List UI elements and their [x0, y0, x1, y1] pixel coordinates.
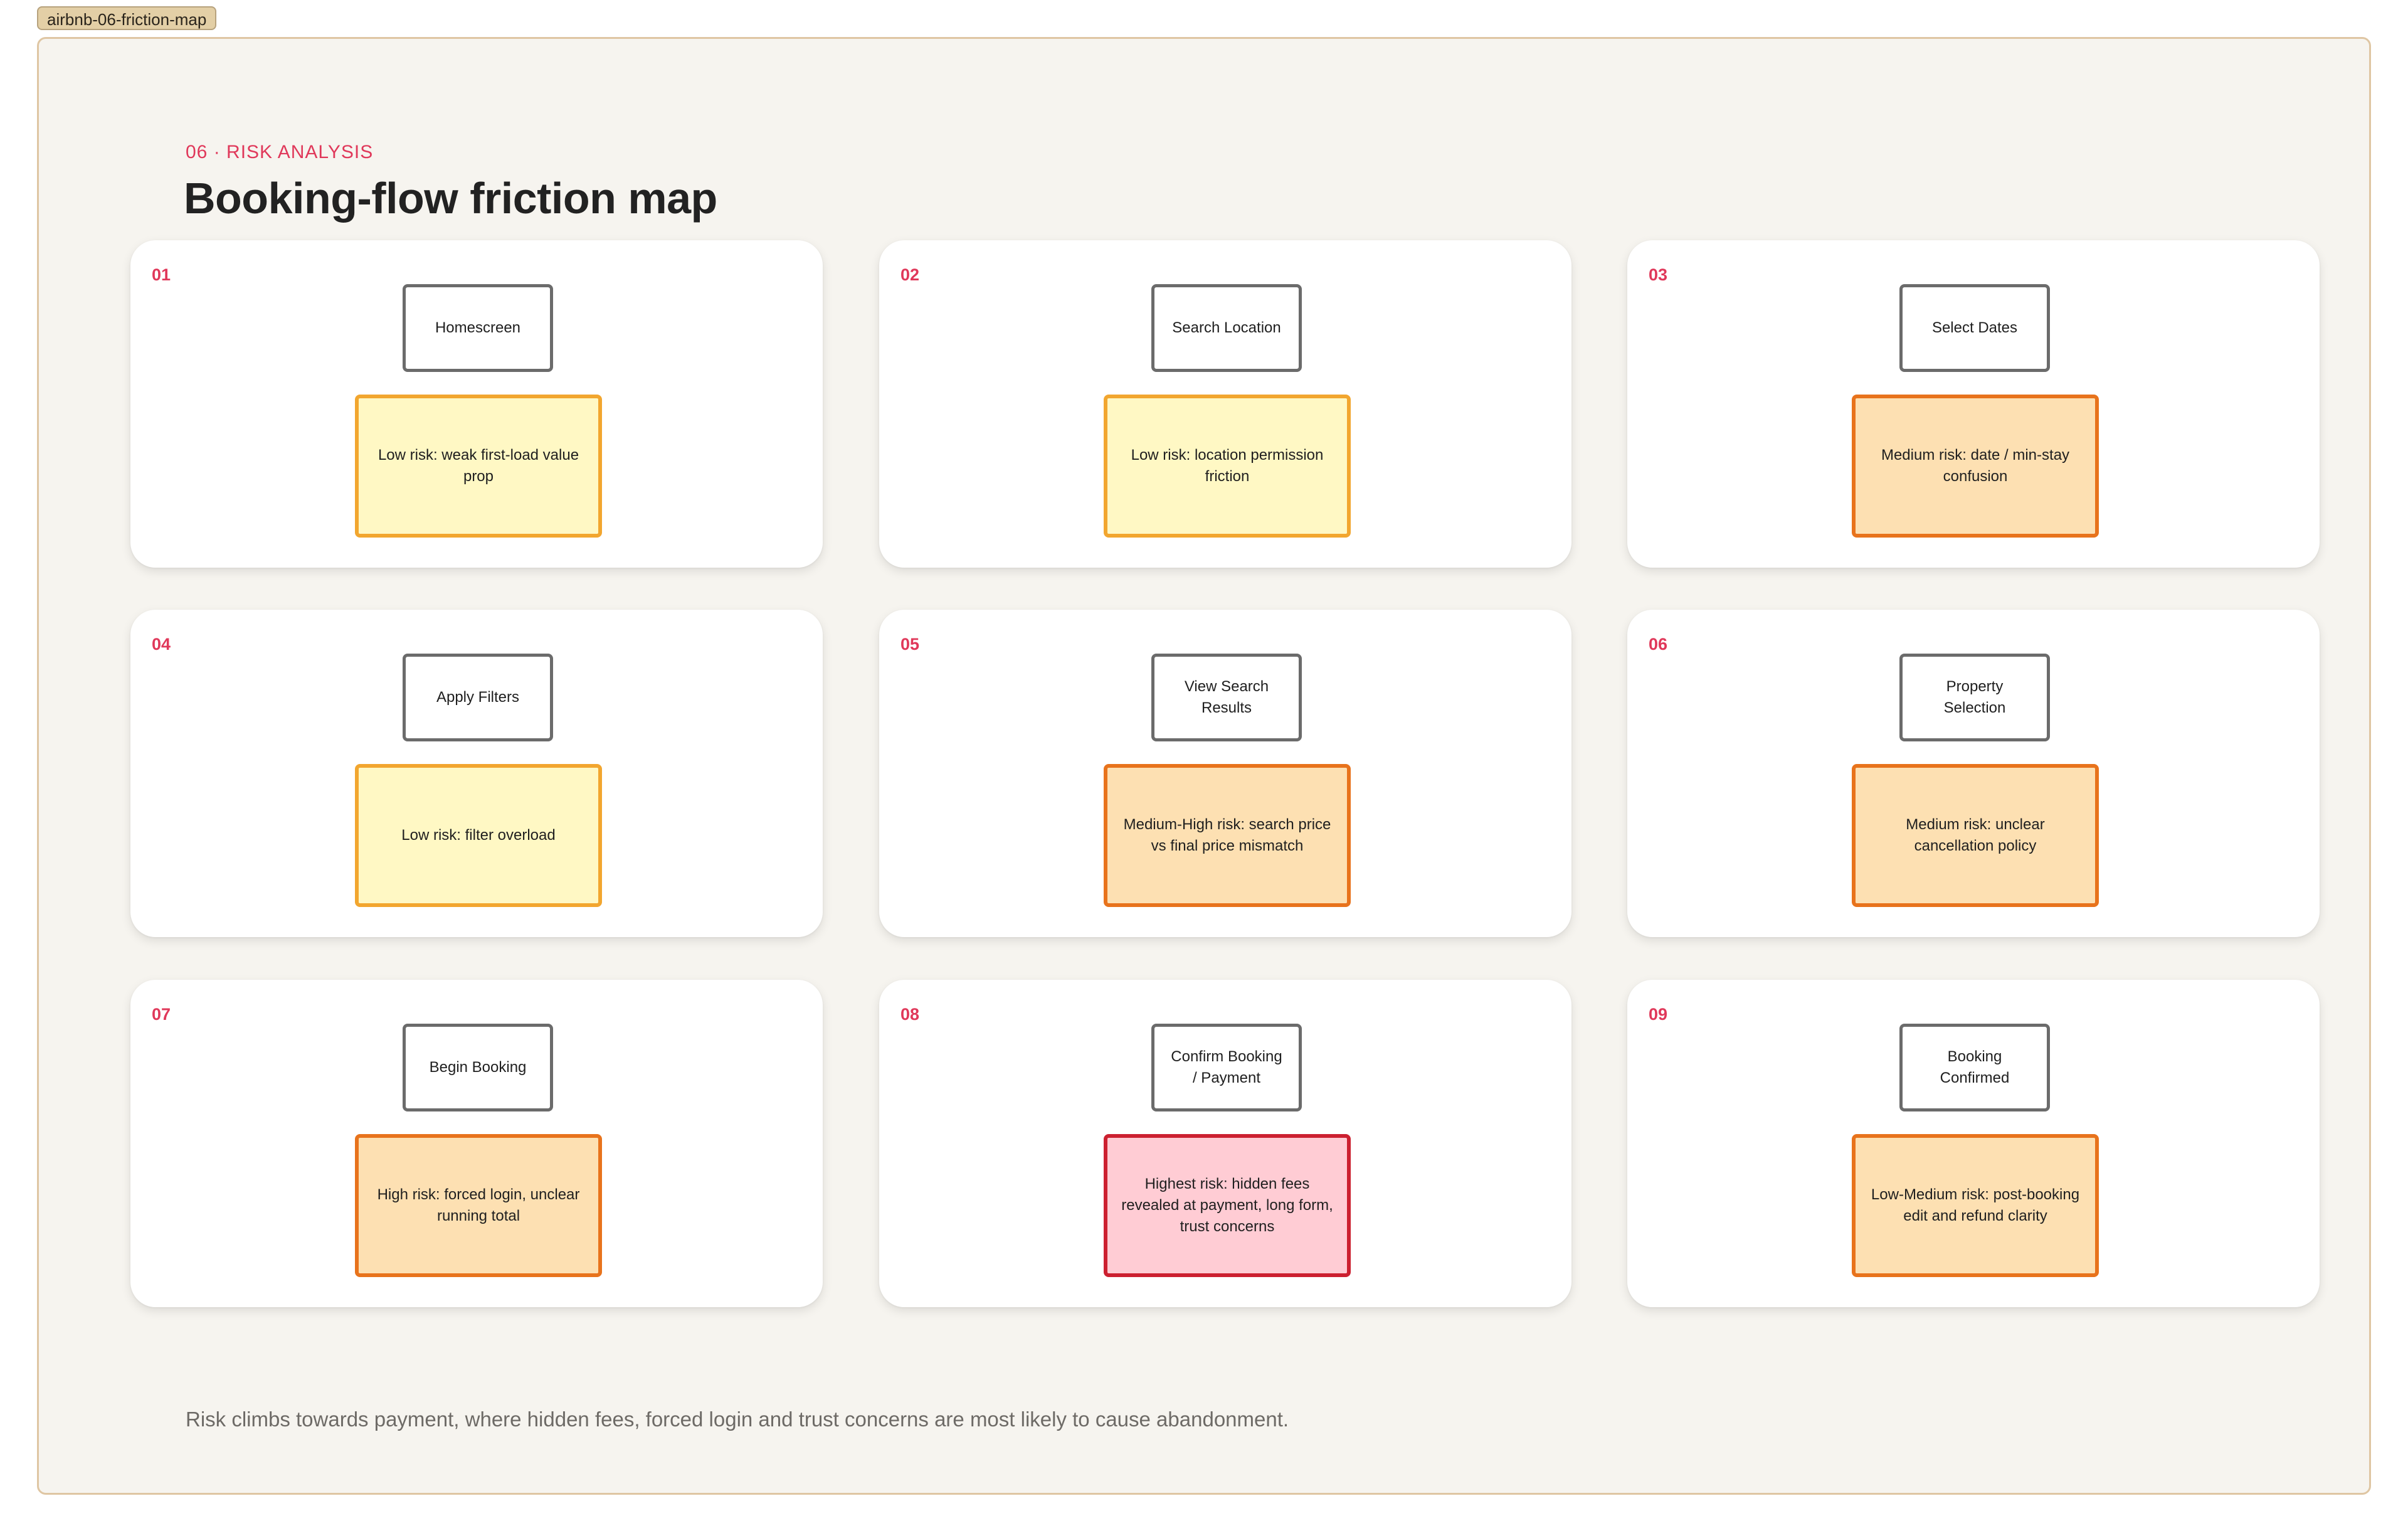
risk-note: Low risk: filter overload [355, 764, 602, 907]
step-box-view-search-results: View Search Results [1151, 654, 1302, 741]
step-number: 07 [152, 1005, 171, 1024]
risk-note: Medium-High risk: search price vs final … [1104, 764, 1351, 907]
step-card-02: 02 Search Location Low risk: location pe… [879, 240, 1571, 568]
risk-note: Low risk: weak first-load value prop [355, 395, 602, 538]
step-box-booking-confirmed: Booking Confirmed [1899, 1024, 2050, 1111]
step-box-begin-booking: Begin Booking [403, 1024, 553, 1111]
step-box-select-dates: Select Dates [1899, 284, 2050, 372]
step-box-homescreen: Homescreen [403, 284, 553, 372]
frame-tag[interactable]: airbnb-06-friction-map [37, 6, 217, 30]
step-box-confirm-booking-payment: Confirm Booking / Payment [1151, 1024, 1302, 1111]
risk-note: Low risk: location permission friction [1104, 395, 1351, 538]
step-card-04: 04 Apply Filters Low risk: filter overlo… [130, 610, 823, 937]
step-box-search-location: Search Location [1151, 284, 1302, 372]
summary-note: Risk climbs towards payment, where hidde… [186, 1408, 1289, 1431]
step-card-01: 01 Homescreen Low risk: weak first-load … [130, 240, 823, 568]
step-card-09: 09 Booking Confirmed Low-Medium risk: po… [1627, 980, 2320, 1307]
step-number: 09 [1649, 1005, 1668, 1024]
step-card-08: 08 Confirm Booking / Payment Highest ris… [879, 980, 1571, 1307]
step-number: 02 [900, 265, 920, 284]
step-number: 04 [152, 635, 171, 654]
section-eyebrow: 06 · RISK ANALYSIS [186, 142, 374, 162]
step-number: 05 [900, 635, 920, 654]
step-card-07: 07 Begin Booking High risk: forced login… [130, 980, 823, 1307]
step-number: 03 [1649, 265, 1668, 284]
risk-note: Medium risk: unclear cancellation policy [1852, 764, 2099, 907]
risk-note: Highest risk: hidden fees revealed at pa… [1104, 1134, 1351, 1277]
step-number: 06 [1649, 635, 1668, 654]
step-box-property-selection: Property Selection [1899, 654, 2050, 741]
page-title: Booking-flow friction map [184, 174, 717, 223]
step-card-03: 03 Select Dates Medium risk: date / min-… [1627, 240, 2320, 568]
friction-map-frame: 06 · RISK ANALYSIS Booking-flow friction… [37, 37, 2371, 1495]
step-box-apply-filters: Apply Filters [403, 654, 553, 741]
step-number: 01 [152, 265, 171, 284]
step-card-05: 05 View Search Results Medium-High risk:… [879, 610, 1571, 937]
step-card-06: 06 Property Selection Medium risk: uncle… [1627, 610, 2320, 937]
step-number: 08 [900, 1005, 920, 1024]
risk-note: High risk: forced login, unclear running… [355, 1134, 602, 1277]
risk-note: Medium risk: date / min-stay confusion [1852, 395, 2099, 538]
risk-note: Low-Medium risk: post-booking edit and r… [1852, 1134, 2099, 1277]
